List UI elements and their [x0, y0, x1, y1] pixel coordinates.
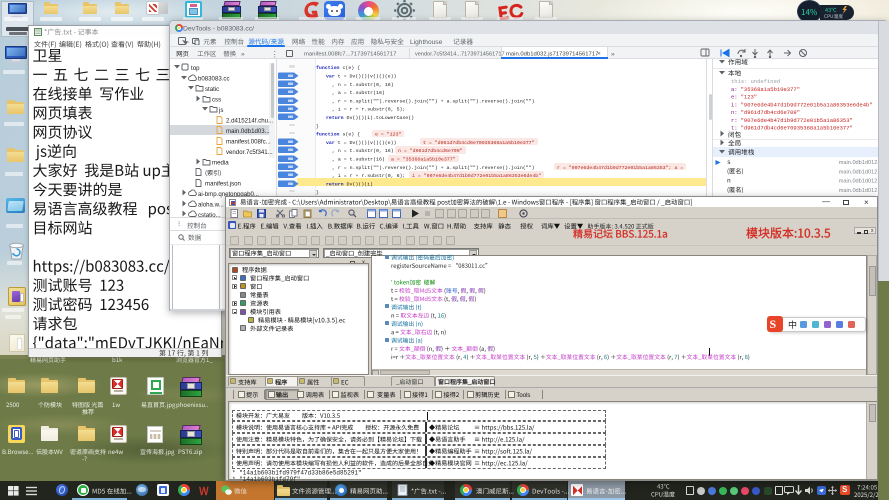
- svg-text:}: }: [316, 190, 319, 196]
- svg-text:}: }: [316, 123, 319, 129]
- svg-text:var: var: [326, 140, 335, 146]
- svg-text:s(e) {: s(e) {: [340, 132, 361, 138]
- svg-text:, r = n.split("").reverse().jo: , r = n.split("").reverse().join("") + a…: [332, 98, 535, 104]
- svg-text:, i = r + r.substr(0, 5);: , i = r + r.substr(0, 5);: [332, 107, 405, 113]
- svg-text:t = Dv()()(v()()(e)): t = Dv()()(v()()(e)): [335, 140, 397, 146]
- svg-text:c(e) {: c(e) {: [340, 65, 361, 71]
- svg-text:function: function: [316, 132, 340, 138]
- svg-text:, n = t.substr(0, 16): , n = t.substr(0, 16): [332, 148, 394, 154]
- svg-text:function: function: [316, 65, 340, 71]
- svg-text:, r = n.split("").reverse().jo: , r = n.split("").reverse().join("") + a…: [332, 165, 535, 171]
- svg-text:Dv()()(i).toLowerCase(): Dv()()(i).toLowerCase(): [344, 115, 415, 121]
- svg-text:var: var: [326, 74, 335, 80]
- svg-text:return: return: [326, 115, 344, 121]
- svg-text:t = Dv()()(v()()(e)): t = Dv()()(v()()(e)): [335, 74, 397, 80]
- svg-text:, n = t.substr(0, 16): , n = t.substr(0, 16): [332, 82, 394, 88]
- svg-text:, a = t.substr(16): , a = t.substr(16): [332, 90, 385, 96]
- svg-text:, a = t.substr(16): , a = t.substr(16): [332, 157, 385, 163]
